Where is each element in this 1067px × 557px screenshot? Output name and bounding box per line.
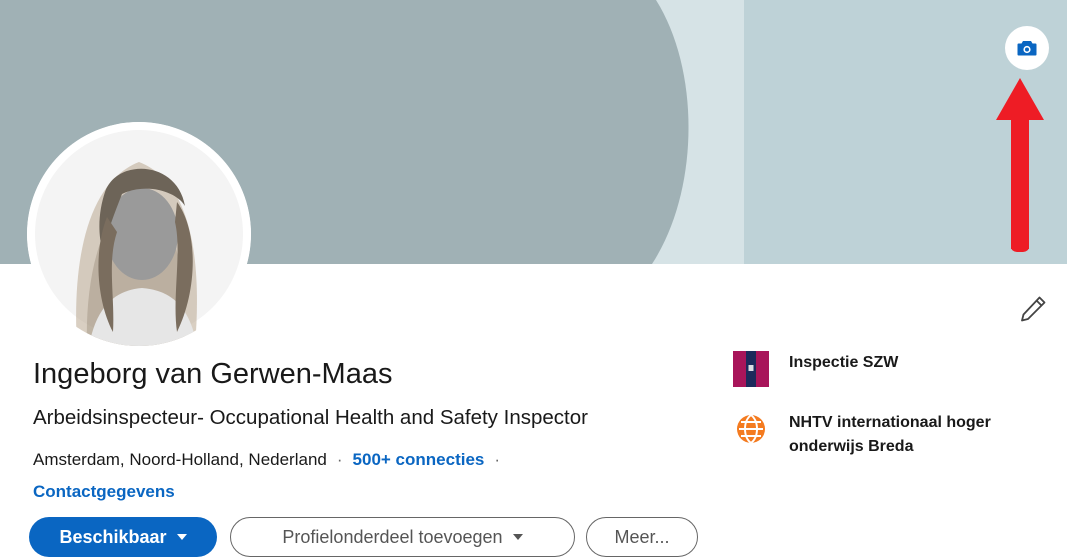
available-button-label: Beschikbaar [59,526,167,547]
organization-item[interactable]: Inspectie SZW [733,351,898,387]
edit-profile-button[interactable] [1012,288,1054,330]
caret-down-icon [176,534,187,540]
location-line: Amsterdam, Noord-Holland, Nederland · 50… [33,450,510,470]
avatar-image [27,122,251,346]
organization-name: NHTV internationaal hoger onderwijs Bred… [789,414,991,455]
add-profile-section-label: Profielonderdeel toevoegen [282,526,503,547]
inspectie-szw-logo-icon [733,351,769,387]
edit-banner-camera-button[interactable] [1005,26,1049,70]
nhtv-logo-icon [737,414,765,444]
contact-info-link[interactable]: Contactgegevens [33,482,175,502]
profile-photo[interactable] [27,122,251,346]
available-button[interactable]: Beschikbaar [29,517,217,557]
caret-down-icon [512,534,523,540]
more-button-label: Meer... [614,526,670,547]
red-arrow-annotation [996,78,1044,252]
organization-item[interactable]: NHTV internationaal hoger onderwijs Bred… [733,411,1029,459]
separator-dot: · [494,450,501,469]
profile-location: Amsterdam, Noord-Holland, Nederland [33,450,327,469]
profile-name: Ingeborg van Gerwen-Maas [33,358,393,390]
pencil-icon [1021,296,1046,322]
connections-link[interactable]: 500+ connecties [353,450,485,470]
camera-icon [1017,41,1037,56]
separator-dot: · [336,450,343,469]
profile-headline: Arbeidsinspecteur- Occupational Health a… [33,406,588,429]
more-button[interactable]: Meer... [586,517,698,557]
add-profile-section-button[interactable]: Profielonderdeel toevoegen [230,517,575,557]
organization-name: Inspectie SZW [789,354,899,371]
